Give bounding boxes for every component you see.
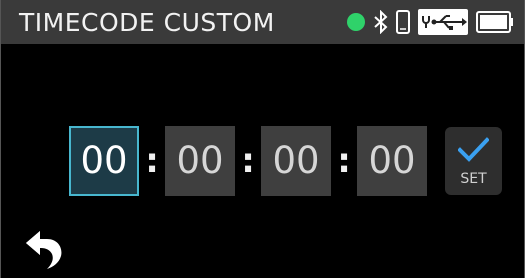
timecode-hours-field[interactable]: 00 — [69, 126, 139, 196]
screen: TIMECODE CUSTOM 00: 00: 00: 00 SET — [0, 0, 525, 278]
timecode-minutes-field[interactable]: 00 — [165, 126, 235, 196]
set-button[interactable]: SET — [445, 127, 502, 195]
phone-icon — [396, 10, 410, 34]
usb-power-icon — [418, 9, 468, 35]
timecode-separator: : — [145, 141, 159, 181]
set-button-label: SET — [460, 171, 487, 187]
bluetooth-icon — [374, 10, 388, 34]
header-bar: TIMECODE CUSTOM — [1, 0, 524, 44]
back-arrow-icon — [26, 231, 62, 269]
timecode-entry: 00 : 00 : 00 : 00 — [69, 126, 427, 196]
status-icons — [346, 0, 514, 44]
battery-icon — [476, 11, 514, 33]
checkmark-icon — [458, 137, 489, 162]
status-dot-icon — [346, 12, 366, 32]
timecode-separator: : — [337, 141, 351, 181]
page-title: TIMECODE CUSTOM — [19, 8, 275, 37]
timecode-frames-field[interactable]: 00 — [357, 126, 427, 196]
timecode-seconds-field[interactable]: 00 — [261, 126, 331, 196]
back-button[interactable] — [23, 228, 69, 272]
timecode-separator: : — [241, 141, 255, 181]
